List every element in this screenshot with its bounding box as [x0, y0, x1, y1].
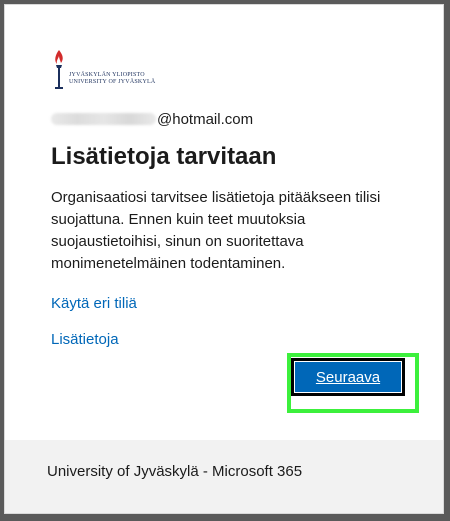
organization-logo: JYVÄSKYLÄN YLIOPISTO UNIVERSITY OF JYVÄS…	[51, 48, 161, 92]
organization-name-fi: JYVÄSKYLÄN YLIOPISTO	[69, 72, 145, 78]
description-text: Organisaatiosi tarvitsee lisätietoja pit…	[51, 189, 381, 272]
page-title: Lisätietoja tarvitaan	[51, 143, 277, 170]
organization-name: JYVÄSKYLÄN YLIOPISTO UNIVERSITY OF JYVÄS…	[69, 72, 155, 86]
account-domain: @hotmail.com	[157, 110, 254, 128]
footer-text: University of Jyväskylä - Microsoft 365	[47, 463, 303, 480]
footer: University of Jyväskylä - Microsoft 365	[5, 440, 443, 513]
torch-icon	[55, 50, 63, 89]
next-button[interactable]: Seuraava	[291, 358, 405, 396]
redacted-username	[51, 113, 156, 125]
organization-name-en: UNIVERSITY OF JYVÄSKYLÄ	[69, 79, 156, 85]
sign-in-dialog: JYVÄSKYLÄN YLIOPISTO UNIVERSITY OF JYVÄS…	[4, 4, 444, 514]
account-identifier: @hotmail.com	[51, 109, 253, 129]
use-other-account-link[interactable]: Käytä eri tiliä	[51, 295, 137, 312]
more-info-link[interactable]: Lisätietoja	[51, 331, 119, 348]
